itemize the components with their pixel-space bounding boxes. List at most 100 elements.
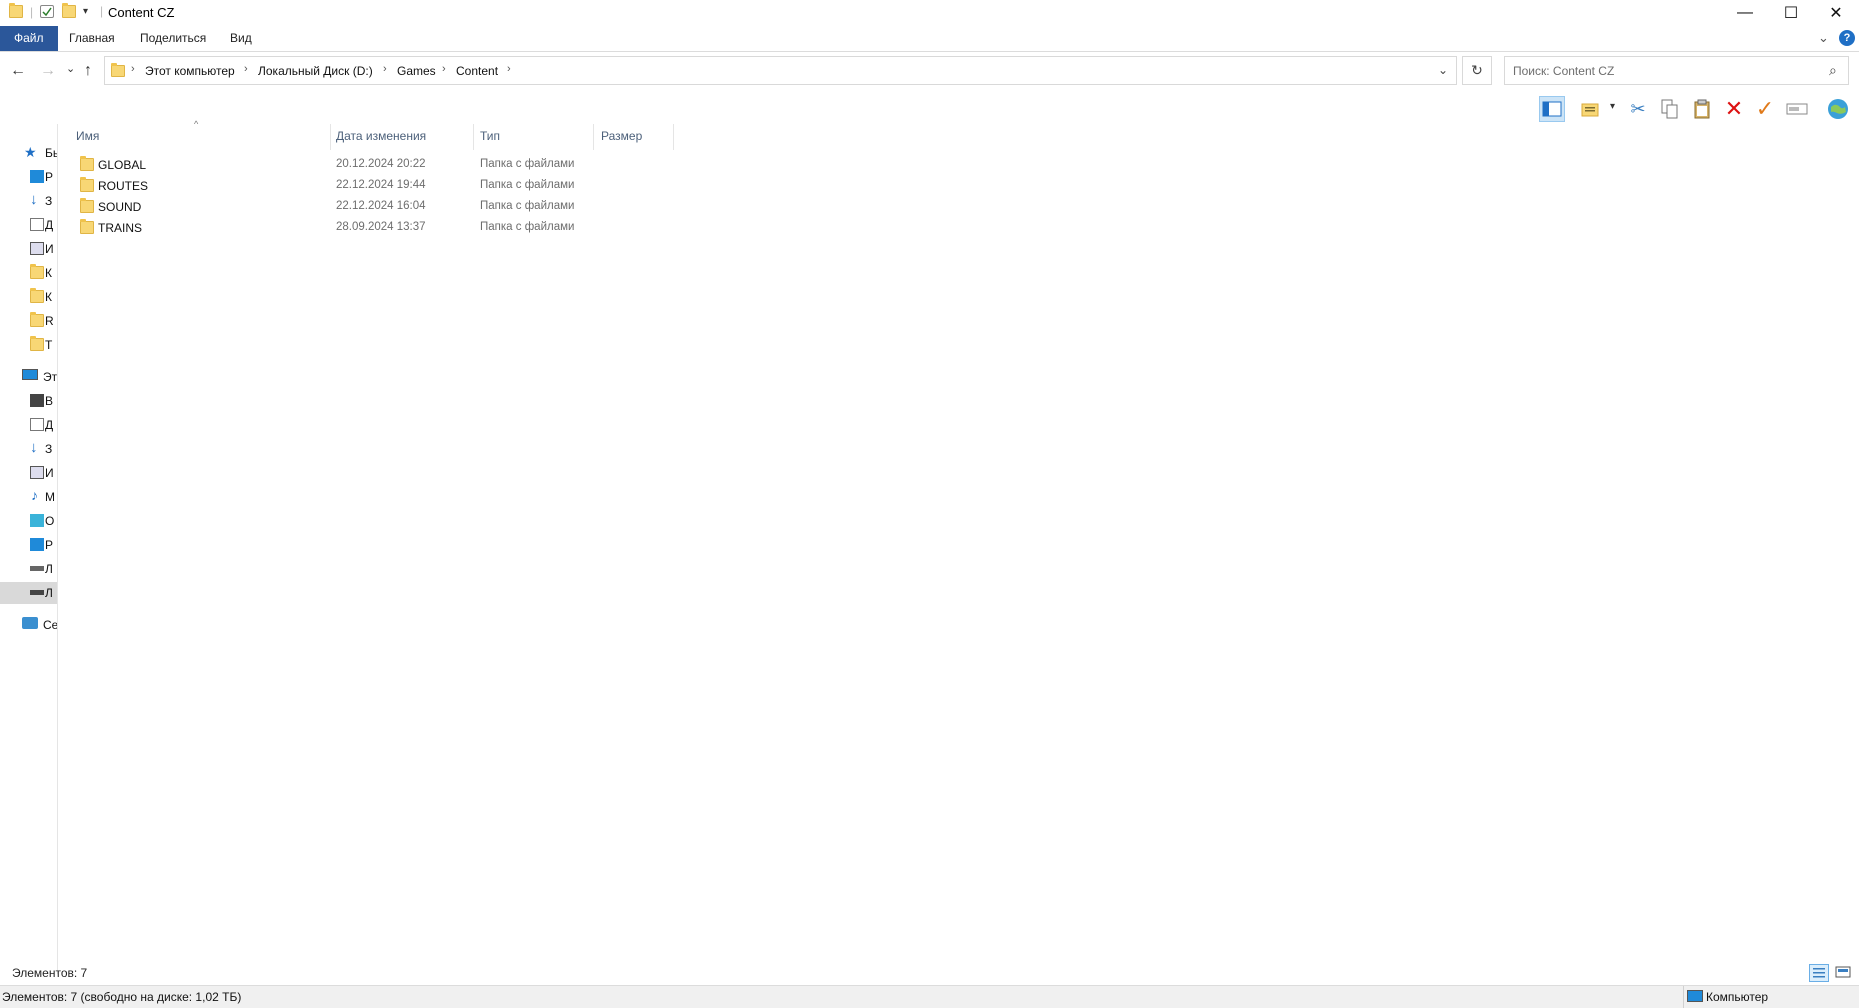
breadcrumb-content[interactable]: Content (456, 64, 498, 78)
nav-desktop[interactable]: Р (0, 534, 57, 556)
desktop-icon (30, 170, 44, 183)
column-name[interactable]: Имя (76, 129, 99, 143)
nav-label: Бы (45, 146, 57, 160)
breadcrumb-this-pc[interactable]: Этот компьютер (145, 64, 235, 78)
rename-icon[interactable] (1784, 96, 1810, 122)
document-icon (30, 218, 44, 231)
breadcrumb-separator[interactable]: › (383, 63, 387, 75)
zone-indicator: Компьютер (1683, 986, 1859, 1008)
file-type: Папка с файлами (480, 179, 575, 191)
close-button[interactable]: ✕ (1813, 0, 1859, 26)
copy-icon[interactable] (1657, 96, 1683, 122)
tab-view[interactable]: Вид (218, 26, 264, 51)
properties-check-icon[interactable] (40, 5, 54, 18)
nav-quick-access[interactable]: ★ Бы (0, 142, 57, 164)
item-count: Элементов: 7 (12, 966, 88, 980)
column-size[interactable]: Размер (601, 129, 642, 143)
file-date: 28.09.2024 13:37 (336, 221, 426, 233)
computer-icon (22, 369, 38, 380)
file-name: TRAINS (98, 221, 143, 235)
maximize-button[interactable]: ☐ (1768, 0, 1814, 26)
address-bar[interactable]: › Этот компьютер › Локальный Диск (D:) ›… (104, 56, 1457, 85)
navigation-pane: ★ Бы Р ↓ З Д И К К R T Эт В Д (0, 124, 58, 974)
star-icon: ★ (24, 144, 37, 160)
delete-icon[interactable]: ✕ (1721, 96, 1747, 122)
help-icon[interactable]: ? (1839, 30, 1855, 46)
nav-folder[interactable]: T (0, 334, 57, 356)
new-folder-quick-icon[interactable] (62, 3, 76, 18)
column-divider[interactable] (593, 124, 594, 150)
nav-3d-objects[interactable]: О (0, 510, 57, 532)
new-folder-icon[interactable] (1578, 96, 1604, 122)
file-row-global[interactable]: GLOBAL 20.12.2024 20:22 Папка с файлами (58, 155, 678, 176)
nav-images[interactable]: И (0, 238, 57, 260)
customize-quick-access-icon[interactable]: ▾ (83, 6, 88, 17)
recent-locations-icon[interactable]: ⌄ (66, 62, 75, 75)
nav-network[interactable]: Се (0, 614, 57, 636)
column-divider[interactable] (330, 124, 331, 150)
up-icon[interactable]: ↑ (84, 62, 92, 80)
tab-home[interactable]: Главная (57, 26, 127, 51)
nav-label: Р (45, 170, 54, 184)
column-divider[interactable] (473, 124, 474, 150)
file-row-sound[interactable]: SOUND 22.12.2024 16:04 Папка с файлами (58, 197, 678, 218)
nav-label: R (45, 314, 54, 328)
nav-music[interactable]: ♪ М (0, 486, 57, 508)
file-row-trains[interactable]: TRAINS 28.09.2024 13:37 Папка с файлами (58, 218, 678, 239)
column-divider[interactable] (673, 124, 674, 150)
image-icon (30, 466, 44, 479)
breadcrumb-local-disk[interactable]: Локальный Диск (D:) (258, 64, 373, 78)
breadcrumb-separator[interactable]: › (131, 63, 135, 75)
image-icon (30, 242, 44, 255)
file-type: Папка с файлами (480, 158, 575, 170)
nav-drive-c[interactable]: Л (0, 558, 57, 580)
search-icon[interactable]: ⌕ (1829, 62, 1837, 79)
zone-label: Компьютер (1706, 990, 1769, 1004)
nav-label: Эт (43, 370, 58, 384)
column-date[interactable]: Дата изменения (336, 129, 426, 143)
folder-icon (30, 312, 44, 327)
paste-icon[interactable] (1689, 96, 1715, 122)
dropdown-arrow-icon[interactable]: ▾ (1610, 101, 1615, 112)
refresh-button[interactable]: ↻ (1462, 56, 1492, 85)
nav-drive-d[interactable]: Л (0, 582, 57, 604)
cut-icon[interactable]: ✂ (1625, 96, 1651, 122)
nav-documents[interactable]: Д (0, 214, 57, 236)
address-dropdown-icon[interactable]: ⌄ (1438, 63, 1448, 77)
breadcrumb-separator[interactable]: › (244, 63, 248, 75)
ribbon-tabs: Файл Главная Поделиться Вид ⌄ ? (0, 26, 1859, 52)
file-row-routes[interactable]: ROUTES 22.12.2024 19:44 Папка с файлами (58, 176, 678, 197)
column-type[interactable]: Тип (480, 129, 500, 143)
nav-label: М (45, 490, 55, 504)
tab-file[interactable]: Файл (0, 26, 58, 51)
globe-icon[interactable] (1825, 96, 1851, 122)
large-icons-view-icon[interactable] (1834, 964, 1854, 982)
file-date: 22.12.2024 19:44 (336, 179, 426, 191)
minimize-button[interactable]: — (1722, 0, 1768, 26)
breadcrumb-separator[interactable]: › (507, 63, 511, 75)
folder-icon (30, 288, 44, 303)
expand-ribbon-icon[interactable]: ⌄ (1818, 30, 1829, 46)
folder-icon (80, 177, 94, 192)
back-icon[interactable]: ← (10, 62, 26, 80)
folder-icon (80, 198, 94, 213)
forward-icon[interactable]: → (40, 62, 56, 80)
nav-folder[interactable]: R (0, 310, 57, 332)
breadcrumb-games[interactable]: Games (397, 64, 436, 78)
search-input[interactable]: Поиск: Content CZ ⌕ (1504, 56, 1849, 85)
apply-check-icon[interactable]: ✓ (1752, 96, 1778, 122)
nav-folder[interactable]: К (0, 262, 57, 284)
nav-downloads[interactable]: ↓ З (0, 190, 57, 212)
details-view-icon[interactable] (1809, 964, 1829, 982)
tab-share[interactable]: Поделиться (128, 26, 218, 51)
nav-documents[interactable]: Д (0, 414, 57, 436)
layout-pane-icon[interactable] (1539, 96, 1565, 122)
breadcrumb-separator[interactable]: › (442, 63, 446, 75)
nav-this-pc[interactable]: Эт (0, 366, 57, 388)
network-icon (22, 617, 38, 629)
nav-video[interactable]: В (0, 390, 57, 412)
nav-downloads[interactable]: ↓ З (0, 438, 57, 460)
nav-folder[interactable]: К (0, 286, 57, 308)
nav-images[interactable]: И (0, 462, 57, 484)
nav-desktop[interactable]: Р (0, 166, 57, 188)
